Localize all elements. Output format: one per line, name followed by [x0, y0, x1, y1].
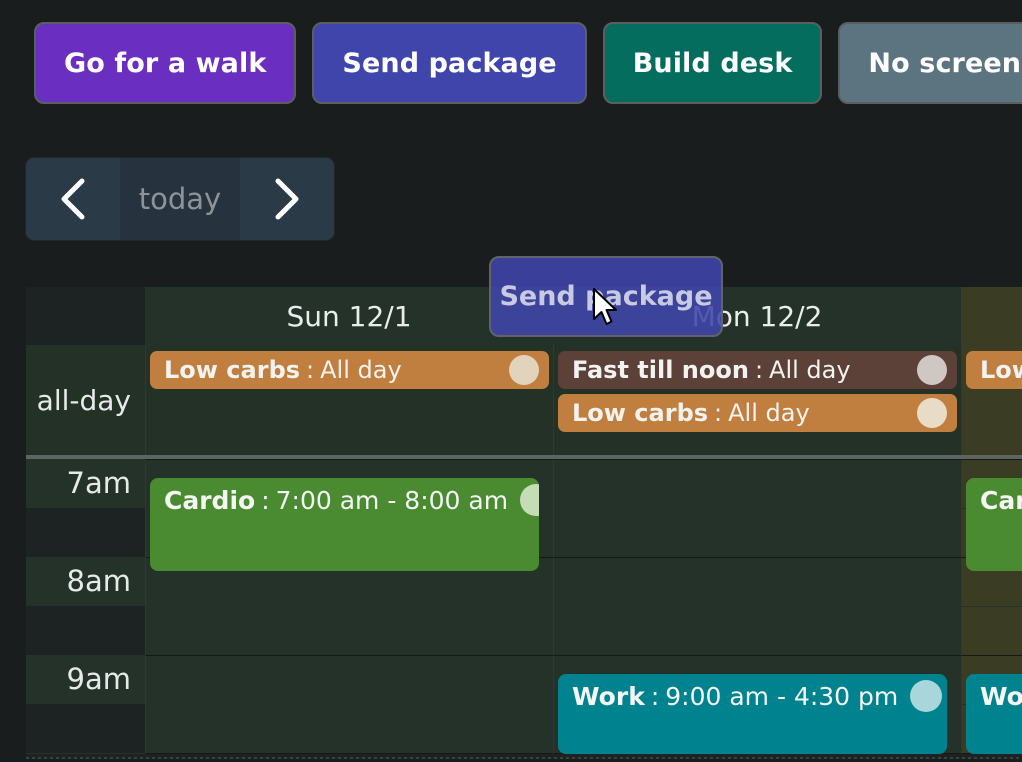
event-title: Low carbs: [980, 356, 1022, 384]
today-button[interactable]: today: [120, 158, 240, 240]
all-day-event[interactable]: Fast till noon: All day: [558, 351, 957, 389]
time-grid-scroll[interactable]: 7am 8am 9am Cardio:7:00 am - 8:00 am Work:9…: [26, 459, 1022, 754]
task-button[interactable]: Build desk: [602, 22, 823, 104]
event-time: 9:00 am - 4:30 pm: [665, 681, 899, 711]
calendar-app: Go for a walk Send package Build desk No sc…: [0, 0, 1022, 762]
all-day-row: all-day Low carbs: All day Fast till noon:…: [26, 345, 1022, 459]
all-day-column[interactable]: Low carbs:All day: [961, 345, 1022, 455]
time-slot-cell[interactable]: [553, 606, 961, 655]
event-separator: :: [714, 399, 723, 427]
task-button[interactable]: Go for a walk: [34, 22, 297, 104]
event-status-badge[interactable]: [520, 484, 539, 516]
chevron-left-icon: [56, 175, 90, 223]
timed-event[interactable]: Cardio:7:00 am - 8:00 am: [966, 478, 1022, 571]
time-slot-cell[interactable]: [145, 606, 553, 655]
event-time: All day: [320, 356, 402, 384]
time-slot-cell[interactable]: [145, 704, 553, 753]
chevron-right-icon: [270, 175, 304, 223]
event-status-badge[interactable]: [917, 398, 947, 428]
time-slot-cell[interactable]: [145, 655, 553, 704]
event-title: Cardio: [980, 485, 1022, 515]
next-period-button[interactable]: [240, 158, 334, 240]
event-status-badge[interactable]: [509, 355, 539, 385]
event-status-badge[interactable]: [910, 680, 943, 712]
header-gutter-corner: [26, 287, 145, 345]
calendar-nav-toolbar: today: [26, 158, 334, 240]
prev-period-button[interactable]: [26, 158, 120, 240]
time-slot-cell[interactable]: [553, 459, 961, 508]
day-header[interactable]: Tue 12/3: [961, 287, 1022, 345]
time-slot-row: [26, 606, 1022, 655]
day-header[interactable]: Sun 12/1: [145, 287, 553, 345]
day-header[interactable]: Mon 12/2: [553, 287, 961, 345]
event-title: Low carbs: [572, 399, 709, 427]
task-button[interactable]: No screen time before: [838, 22, 1022, 104]
event-title: Fast till noon: [572, 356, 749, 384]
event-separator: :: [754, 356, 764, 384]
event-separator: :: [650, 681, 660, 711]
timed-event[interactable]: Work:9:00 am - 4:30 pm: [558, 674, 947, 754]
time-slot-cell[interactable]: [961, 606, 1022, 655]
all-day-event[interactable]: Low carbs:All day: [150, 351, 549, 389]
all-day-column[interactable]: Low carbs:All day: [145, 345, 553, 455]
event-time: All day: [728, 399, 810, 427]
time-slot-cell[interactable]: [553, 508, 961, 557]
time-label: [26, 753, 145, 754]
all-day-event[interactable]: Low carbs:All day: [558, 394, 957, 432]
time-label: [26, 606, 145, 655]
all-day-label: all-day: [26, 345, 145, 455]
timed-event[interactable]: Cardio:7:00 am - 8:00 am: [150, 478, 539, 571]
all-day-column[interactable]: Fast till noon: All day Low carbs: All day: [553, 345, 961, 455]
event-title: Work: [980, 681, 1022, 711]
calendar-grid: Sun 12/1Mon 12/2Tue 12/3 all-day Low car…: [26, 287, 1022, 758]
event-separator: :: [261, 485, 270, 515]
event-title: Low carbs: [164, 356, 301, 384]
time-label: 8am: [26, 557, 145, 606]
task-button[interactable]: Send package: [312, 22, 587, 104]
time-label: [26, 704, 145, 753]
time-label: [26, 508, 145, 557]
time-label: 9am: [26, 655, 145, 704]
time-slot-cell[interactable]: [145, 753, 553, 754]
time-label: 7am: [26, 459, 145, 508]
task-button-bar: Go for a walk Send package Build desk No sc…: [34, 22, 1022, 104]
time-slot-cell[interactable]: [553, 557, 961, 606]
event-status-badge[interactable]: [917, 355, 947, 385]
timed-event[interactable]: Work:9:00 am - 4:30 pm: [966, 674, 1022, 754]
bottom-edge-divider: [26, 757, 1022, 759]
event-title: Cardio: [164, 485, 256, 515]
event-title: Work: [572, 681, 645, 711]
event-time: All day: [769, 356, 851, 384]
day-header-row: Sun 12/1Mon 12/2Tue 12/3: [26, 287, 1022, 345]
all-day-event[interactable]: Low carbs:All day: [966, 351, 1022, 389]
event-separator: :: [306, 356, 315, 384]
event-time: 7:00 am - 8:00 am: [275, 485, 509, 515]
